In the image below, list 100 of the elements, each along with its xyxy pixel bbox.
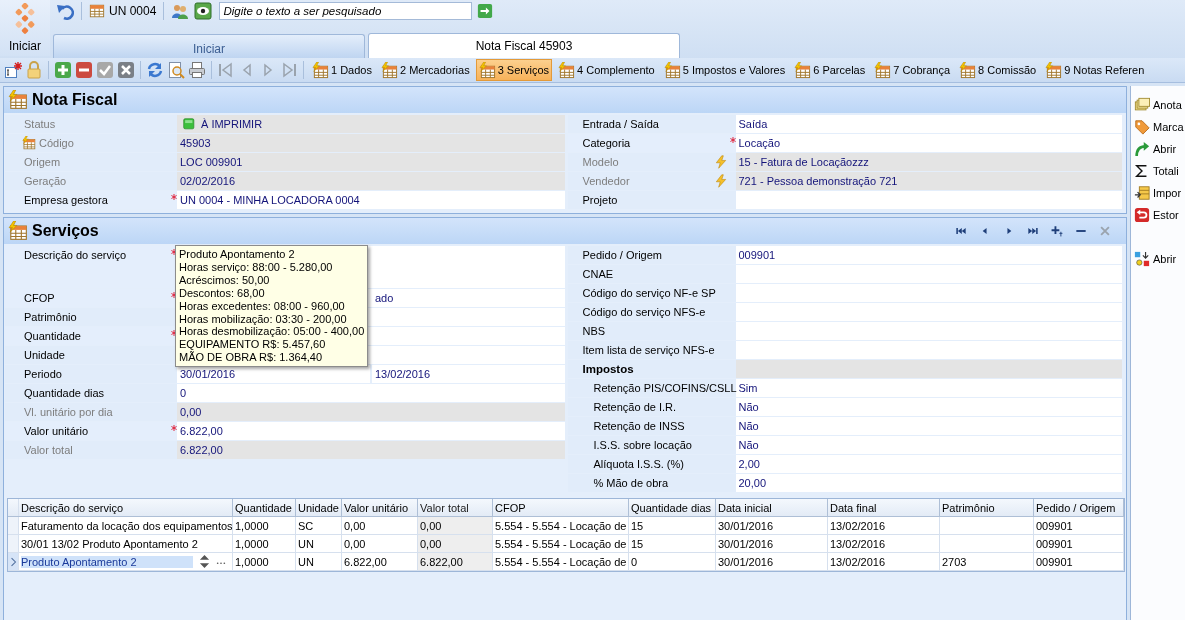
column-header[interactable]: CFOP <box>493 499 629 516</box>
grid-icon <box>89 3 105 19</box>
record-tab[interactable]: 1 Dados <box>309 59 375 81</box>
table-cell: 0,00 <box>418 535 493 552</box>
undo-icon[interactable] <box>56 2 74 20</box>
value-field[interactable]: UN 0004 - MINHA LOCADORA 0004 <box>177 191 565 209</box>
value-field[interactable]: Não <box>735 436 1122 454</box>
close-icon[interactable] <box>1098 224 1112 238</box>
new-record-icon[interactable] <box>4 61 22 79</box>
value-field[interactable]: 721 - Pessoa demonstração 721 <box>735 172 1122 190</box>
field-label: Projeto <box>582 194 618 206</box>
print-icon[interactable] <box>188 61 206 79</box>
value-field[interactable] <box>735 341 1122 359</box>
column-header[interactable]: Descrição do serviço <box>19 499 233 516</box>
row-pointer-icon <box>9 556 17 567</box>
value-field[interactable]: À IMPRIMIR <box>177 115 565 133</box>
value-field[interactable]: Locação <box>735 134 1122 152</box>
value-field[interactable] <box>735 265 1122 283</box>
table-cell: 0 <box>629 553 716 570</box>
table-cell: 5.554 - 5.554 - Locação de <box>493 553 629 570</box>
value-field[interactable]: 2,00 <box>735 455 1122 473</box>
column-header[interactable]: Data inicial <box>716 499 828 516</box>
users-icon[interactable] <box>171 2 190 20</box>
column-header[interactable]: Valor total <box>418 499 493 516</box>
record-tab[interactable]: 8 Comissão <box>956 59 1040 81</box>
go-icon[interactable] <box>477 3 494 19</box>
spinner-icon[interactable] <box>199 555 210 568</box>
side-action[interactable]: Abrir <box>1131 251 1185 267</box>
record-tab[interactable]: 5 Impostos e Valores <box>660 59 789 81</box>
value-field[interactable]: 45903 <box>177 134 565 152</box>
side-action[interactable]: Abrir <box>1131 141 1185 157</box>
table-cell: SC <box>296 517 342 534</box>
cell-editor[interactable]: Produto Apontamento 2 <box>21 555 193 568</box>
value-field[interactable] <box>735 284 1122 302</box>
value-field[interactable]: 15 - Fatura de Locaçãozzz <box>735 153 1122 171</box>
value-field[interactable]: 02/02/2016 <box>177 172 565 190</box>
value-field[interactable]: 20,00 <box>735 474 1122 492</box>
cancel-icon[interactable] <box>117 61 135 79</box>
side-action[interactable]: Impor <box>1131 185 1185 201</box>
field-label: Código do serviço NF-e SP <box>582 287 716 299</box>
field-label: Retenção de I.R. <box>593 401 677 413</box>
column-header[interactable]: Quantidade <box>233 499 296 516</box>
value-field[interactable]: Sim <box>735 379 1122 397</box>
table-cell: 6.822,00 <box>418 553 493 570</box>
value-field[interactable]: 0 <box>177 384 565 402</box>
field-label: Descrição do serviço <box>24 249 127 261</box>
value-field[interactable] <box>735 191 1122 209</box>
record-tab[interactable]: 6 Parcelas <box>791 59 869 81</box>
table-icon <box>794 61 812 79</box>
record-tab[interactable]: 7 Cobrança <box>871 59 954 81</box>
side-action[interactable]: Totali <box>1131 163 1185 179</box>
table-icon <box>959 61 977 79</box>
record-tab[interactable]: 2 Mercadorias <box>378 59 473 81</box>
value-field[interactable]: 6.822,00 <box>177 441 565 459</box>
document-tab[interactable]: Nota Fiscal 45903 <box>368 33 680 58</box>
tooltip-line: Produto Apontamento 2 <box>179 248 296 261</box>
value-field[interactable]: 6.822,00 <box>177 422 565 440</box>
side-action[interactable]: Estor <box>1131 207 1185 223</box>
side-action[interactable]: Marca <box>1131 119 1185 135</box>
column-header[interactable]: Data final <box>828 499 940 516</box>
value-field[interactable]: 0,00 <box>177 403 565 421</box>
row-header[interactable] <box>8 553 19 570</box>
tooltip-line: Horas serviço: 88:00 - 5.280,00 <box>179 260 334 274</box>
record-tab[interactable]: 9 Notas Referen <box>1042 59 1148 81</box>
value-field[interactable] <box>735 303 1122 321</box>
table-cell: 5.554 - 5.554 - Locação de <box>493 535 629 552</box>
record-tab[interactable]: 4 Complemento <box>555 59 658 81</box>
table-cell: 15 <box>629 517 716 534</box>
start-button[interactable]: Iniciar <box>0 0 50 56</box>
table-cell: 009901 <box>1034 553 1124 570</box>
add-icon[interactable] <box>1050 224 1064 238</box>
search-field[interactable]: Digite o texto a ser pesquisado <box>219 2 473 20</box>
record-tab[interactable]: 3 Serviços <box>475 59 553 81</box>
value-field[interactable]: 13/02/2016 <box>372 365 565 383</box>
check-icon[interactable] <box>96 61 114 79</box>
side-action[interactable]: Anota <box>1131 97 1185 113</box>
eye-icon[interactable] <box>194 2 213 20</box>
field-label: Vendedor <box>582 175 630 187</box>
field-label: Pedido / Origem <box>582 249 662 261</box>
value-field[interactable] <box>735 322 1122 340</box>
unit-button[interactable]: UN 0004 <box>89 3 157 19</box>
value-field[interactable]: LOC 009901 <box>177 153 565 171</box>
value-field[interactable]: Não <box>735 398 1122 416</box>
refresh-icon[interactable] <box>146 61 164 79</box>
table-cell: 5.554 - 5.554 - Locação de <box>493 517 629 534</box>
table-cell: 30/01/2016 <box>716 535 828 552</box>
column-header[interactable]: Quantidade dias <box>629 499 716 516</box>
remove-icon[interactable] <box>75 61 93 79</box>
table-icon <box>478 61 496 79</box>
preview-icon[interactable] <box>167 61 185 79</box>
tooltip-line: MÃO DE OBRA R$: 1.364,40 <box>179 351 324 365</box>
column-header[interactable]: Patrimônio <box>940 499 1034 516</box>
value-field[interactable]: Não <box>735 417 1122 435</box>
value-field[interactable]: Saída <box>735 115 1122 133</box>
column-header[interactable]: Unidade <box>296 499 342 516</box>
document-tab[interactable]: Iniciar <box>53 34 365 58</box>
value-field[interactable]: 009901 <box>735 246 1122 264</box>
column-header[interactable]: Valor unitário <box>342 499 418 516</box>
field-label: Valor unitário <box>24 425 88 437</box>
column-header[interactable]: Pedido / Origem <box>1034 499 1124 516</box>
